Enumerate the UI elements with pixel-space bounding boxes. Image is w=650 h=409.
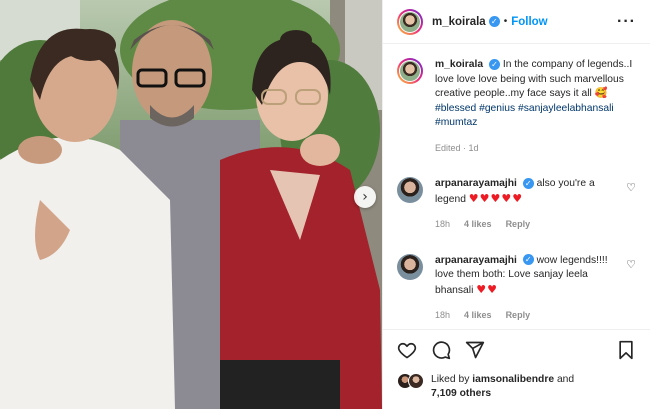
- liked-by-user-link[interactable]: iamsonalibendre: [472, 374, 554, 385]
- liked-by-label: Liked by: [431, 374, 470, 385]
- likes-count-link[interactable]: 7,109 others: [431, 388, 491, 399]
- post-photo[interactable]: ›: [0, 0, 382, 409]
- follow-button[interactable]: Follow: [511, 16, 547, 28]
- header-separator: •: [503, 16, 508, 27]
- comments-list[interactable]: m_koirala ✓ In the company of legends..I…: [383, 44, 650, 329]
- hashtag-link[interactable]: #genius: [479, 103, 515, 114]
- post-side-panel: m_koirala ✓ • Follow ··· m_koirala ✓ In …: [382, 0, 650, 409]
- post-dialog: › m_koirala ✓ • Follow ··· m_koirala ✓ I…: [0, 0, 650, 409]
- comment-item: arpanarayamajhi ✓ also you're a legend ♥…: [397, 177, 636, 232]
- reply-button[interactable]: Reply: [506, 308, 531, 323]
- comment-likes[interactable]: 4 likes: [464, 308, 492, 323]
- caption-username[interactable]: m_koirala: [435, 59, 483, 70]
- likes-row: Liked by iamsonalibendre and 7,109 other…: [383, 369, 650, 409]
- comment-time[interactable]: 18h: [435, 217, 450, 232]
- like-comment-heart-icon[interactable]: ♡: [626, 258, 636, 271]
- verified-badge-icon: ✓: [488, 16, 500, 27]
- red-heart-emoji: ♥♥: [476, 282, 498, 296]
- paper-plane-icon[interactable]: [465, 340, 485, 360]
- caption-meta: Edited · 1d: [435, 142, 479, 153]
- red-heart-emoji: ♥♥♥♥♥: [468, 191, 524, 205]
- header-username[interactable]: m_koirala: [432, 16, 486, 28]
- hashtag-link[interactable]: #mumtaz: [435, 117, 477, 128]
- hashtag-link[interactable]: #blessed: [435, 103, 476, 114]
- avatar: [408, 373, 424, 389]
- next-photo-button[interactable]: ›: [354, 186, 376, 208]
- comment-username[interactable]: arpanarayamajhi: [435, 255, 517, 266]
- post-actions: [383, 329, 650, 369]
- heart-icon[interactable]: [397, 340, 417, 360]
- comment-time[interactable]: 18h: [435, 308, 450, 323]
- verified-badge-icon: ✓: [488, 58, 500, 70]
- avatar[interactable]: [397, 8, 423, 35]
- like-comment-heart-icon[interactable]: ♡: [626, 181, 636, 194]
- post-header: m_koirala ✓ • Follow ···: [383, 0, 650, 44]
- reply-button[interactable]: Reply: [506, 217, 531, 232]
- comment-username[interactable]: arpanarayamajhi: [435, 178, 517, 189]
- more-options-button[interactable]: ···: [617, 13, 636, 31]
- chevron-right-icon: ›: [362, 189, 368, 205]
- verified-badge-icon: ✓: [522, 254, 534, 266]
- comment-bubble-icon[interactable]: [431, 340, 451, 360]
- comment-likes[interactable]: 4 likes: [464, 217, 492, 232]
- likes-and-label: and: [556, 374, 575, 385]
- photo-illustration: [0, 0, 382, 409]
- bookmark-icon[interactable]: [616, 340, 636, 360]
- comment-item: arpanarayamajhi ✓ wow legends!!!! love t…: [397, 253, 636, 323]
- hashtag-link[interactable]: #sanjayleelabhansali: [518, 103, 614, 114]
- post-caption: m_koirala ✓ In the company of legends..I…: [397, 58, 636, 155]
- commenter-avatar[interactable]: [397, 177, 423, 203]
- verified-badge-icon: ✓: [522, 177, 534, 189]
- caption-avatar[interactable]: [397, 58, 423, 84]
- commenter-avatar[interactable]: [397, 253, 423, 280]
- liker-avatars: [397, 373, 427, 389]
